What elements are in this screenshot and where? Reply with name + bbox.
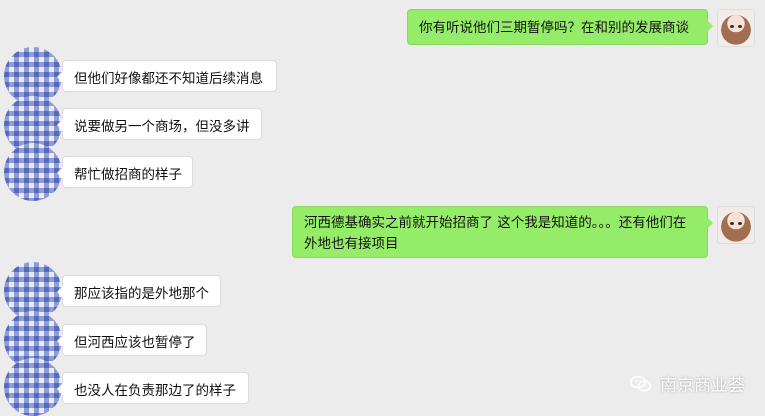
wechat-icon [630,375,652,393]
message-bubble[interactable]: 你有听说他们三期暂停吗？在和别的发展商谈 [407,9,713,45]
avatar[interactable] [4,143,62,201]
message-bubble[interactable]: 但他们好像都还不知道后续消息 [57,60,277,92]
avatar[interactable] [4,358,62,416]
watermark-label: 南京商业荟 [660,376,745,396]
message-bubble[interactable]: 河西德基确实之前就开始招商了 这个我是知道的。。。还有他们在外地也有接项目 [292,206,713,258]
avatar[interactable] [717,206,755,244]
message-bubble[interactable]: 但河西应该也暂停了 [57,324,207,356]
chat-window: 你有听说他们三期暂停吗？在和别的发展商谈 但他们好像都还不知道后续消息 说要做另… [0,0,765,416]
avatar-mouth [733,229,739,231]
avatar-eye [738,25,742,28]
watermark: 南京商业荟 [630,371,745,396]
avatar[interactable] [717,9,755,47]
avatar-eye [730,25,734,28]
message-bubble[interactable]: 那应该指的是外地那个 [57,275,221,307]
avatar-eye [738,222,742,225]
avatar-mouth [733,32,739,34]
message-bubble[interactable]: 说要做另一个商场，但没多讲 [57,108,262,140]
avatar-eye [730,222,734,225]
message-bubble[interactable]: 帮忙做招商的样子 [57,156,193,188]
message-bubble[interactable]: 也没人在负责那边了的样子 [57,372,249,404]
